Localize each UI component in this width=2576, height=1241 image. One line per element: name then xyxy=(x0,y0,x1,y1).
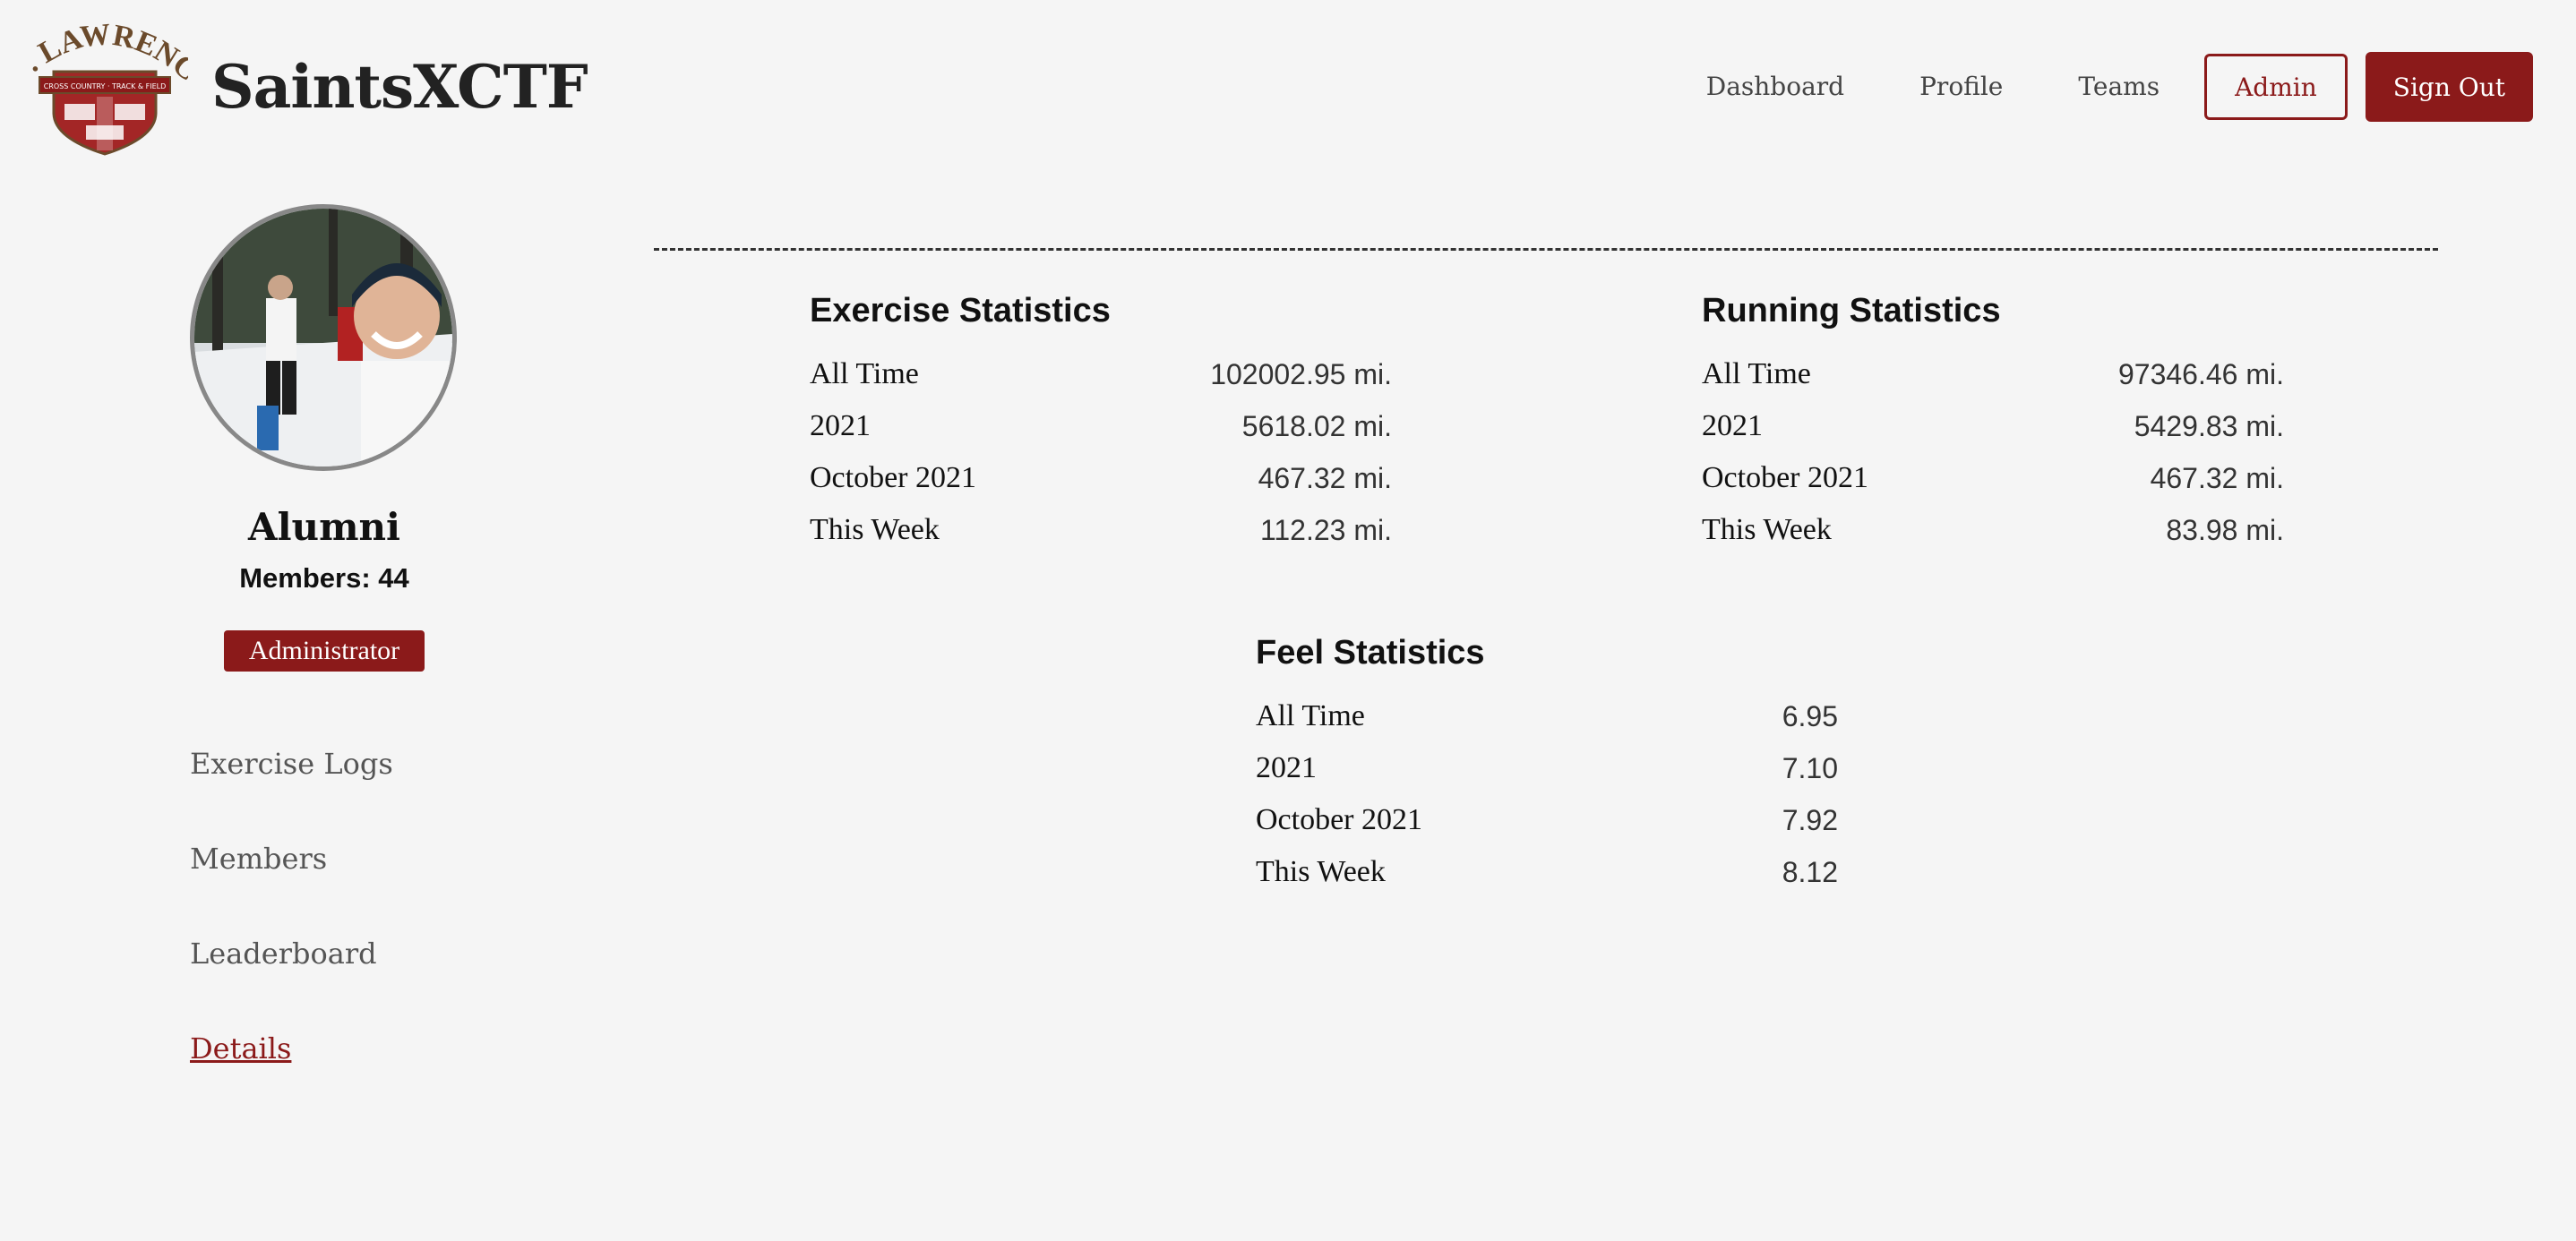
sidebar-item-details[interactable]: Details xyxy=(190,1026,393,1121)
running-statistics-title: Running Statistics xyxy=(1702,292,2001,330)
stat-row: October 2021 467.32 mi. xyxy=(1702,458,2284,510)
st-lawrence-logo[interactable]: ST. LAWRENCE CROSS COUNTRY · TRACK & FIE… xyxy=(12,0,204,156)
brand-title[interactable]: SaintsXCTF xyxy=(211,52,588,122)
stat-value: 5618.02 mi. xyxy=(1241,410,1392,442)
stat-value: 7.92 xyxy=(1782,804,1838,836)
stat-value: 8.12 xyxy=(1782,856,1838,888)
stat-row: This Week 112.23 mi. xyxy=(810,510,1392,562)
stat-value: 467.32 mi. xyxy=(1258,462,1392,494)
sidebar-item-leaderboard[interactable]: Leaderboard xyxy=(190,931,393,1026)
member-count: Members: 44 xyxy=(239,562,409,594)
nav-teams[interactable]: Teams xyxy=(2040,52,2197,122)
stat-value: 102002.95 mi. xyxy=(1210,358,1392,390)
feel-statistics-title: Feel Statistics xyxy=(1256,634,1485,672)
stat-value: 5429.83 mi. xyxy=(2134,410,2284,442)
section-divider xyxy=(654,248,2438,251)
stat-row: All Time 97346.46 mi. xyxy=(1702,355,2284,407)
stat-label: This Week xyxy=(1256,855,1386,888)
stat-label: 2021 xyxy=(1702,409,1763,442)
stat-value: 112.23 mi. xyxy=(1259,514,1392,546)
stat-value: 7.10 xyxy=(1782,752,1838,784)
stat-row: All Time 6.95 xyxy=(1256,697,1838,749)
sidebar-item-members[interactable]: Members xyxy=(190,836,393,931)
stat-row: 2021 5618.02 mi. xyxy=(810,407,1392,458)
stat-row: All Time 102002.95 mi. xyxy=(810,355,1392,407)
running-statistics: Running Statistics All Time 97346.46 mi.… xyxy=(1702,288,2284,562)
stat-label: October 2021 xyxy=(1256,803,1423,836)
role-badge: Administrator xyxy=(224,630,425,672)
stat-value: 97346.46 mi. xyxy=(2117,358,2284,390)
stat-label: All Time xyxy=(810,357,919,390)
stat-row: This Week 83.98 mi. xyxy=(1702,510,2284,562)
stat-row: 2021 7.10 xyxy=(1256,749,1838,800)
stat-row: October 2021 7.92 xyxy=(1256,800,1838,852)
stat-value: 6.95 xyxy=(1782,700,1838,732)
group-name: Alumni xyxy=(247,505,400,549)
sidebar-item-exercise-logs[interactable]: Exercise Logs xyxy=(190,741,393,836)
stat-label: 2021 xyxy=(1256,751,1317,784)
stat-label: October 2021 xyxy=(1702,461,1869,494)
stat-label: October 2021 xyxy=(810,461,977,494)
feel-statistics: Feel Statistics All Time 6.95 2021 7.10 … xyxy=(1256,630,1838,904)
stat-label: 2021 xyxy=(810,409,871,442)
sign-out-button[interactable]: Sign Out xyxy=(2365,52,2533,122)
stat-label: All Time xyxy=(1256,699,1365,732)
stat-label: All Time xyxy=(1702,357,1811,390)
stat-value: 467.32 mi. xyxy=(2150,462,2284,494)
stat-label: This Week xyxy=(1702,513,1832,546)
header: ST. LAWRENCE CROSS COUNTRY · TRACK & FIE… xyxy=(0,0,2576,179)
stat-row: October 2021 467.32 mi. xyxy=(810,458,1392,510)
nav-dashboard[interactable]: Dashboard xyxy=(1669,52,1882,122)
exercise-statistics: Exercise Statistics All Time 102002.95 m… xyxy=(810,288,1392,562)
stat-row: 2021 5429.83 mi. xyxy=(1702,407,2284,458)
svg-text:CROSS COUNTRY · TRACK & FIELD: CROSS COUNTRY · TRACK & FIELD xyxy=(44,82,167,90)
sidebar: Alumni Members: 44 Administrator Exercis… xyxy=(0,179,654,1164)
main-nav: Dashboard Profile Teams Admin Sign Out xyxy=(1669,52,2533,122)
admin-button[interactable]: Admin xyxy=(2204,54,2348,120)
stat-value: 83.98 mi. xyxy=(2166,514,2284,546)
group-nav: Exercise Logs Members Leaderboard Detail… xyxy=(190,741,393,1121)
exercise-statistics-title: Exercise Statistics xyxy=(810,292,1111,330)
nav-profile[interactable]: Profile xyxy=(1882,52,2040,122)
group-avatar xyxy=(190,204,457,471)
stat-label: This Week xyxy=(810,513,940,546)
stat-row: This Week 8.12 xyxy=(1256,852,1838,904)
